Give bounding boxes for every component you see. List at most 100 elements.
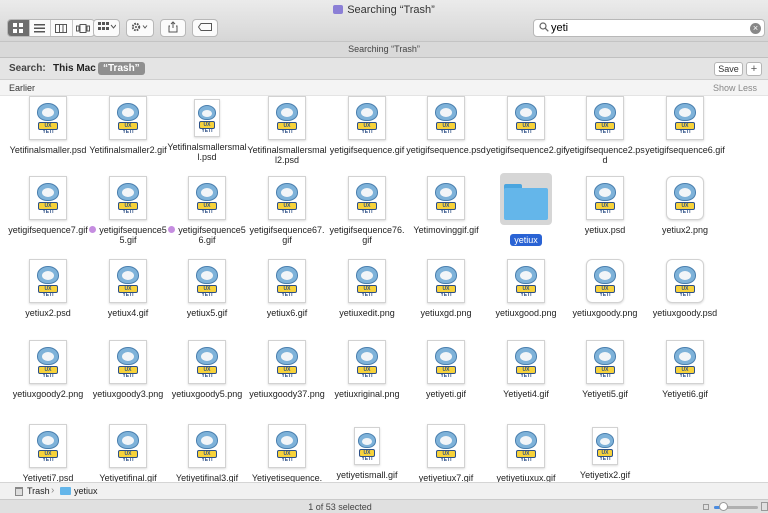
yeti-badge: UX YETI	[436, 285, 456, 298]
icon-view-icon[interactable]	[8, 20, 30, 36]
icon-size-slider-knob[interactable]	[719, 502, 728, 511]
file-item[interactable]: UX YETI yetiyetiuxux.gif	[486, 424, 566, 482]
file-item[interactable]: UX YETI yetiux2.png	[645, 176, 725, 235]
file-label-wrap: yetiuxgoody37.png	[247, 389, 327, 399]
file-item[interactable]: UX YETI yetiuxriginal.png	[327, 340, 407, 399]
yeti-badge: UX YETI	[516, 366, 536, 379]
scope-trash-button[interactable]: “Trash”	[98, 62, 145, 75]
file-item[interactable]: UX YETI Yetiyeti7.psd	[8, 424, 88, 482]
file-item[interactable]: UX YETI Yetimovinggif.gif	[406, 176, 486, 235]
file-item[interactable]: UX YETI yetigifsequence2.gif	[486, 96, 566, 155]
file-item[interactable]: UX YETI yetiyetiux7.gif	[406, 424, 486, 482]
yeti-face	[201, 436, 213, 445]
file-item[interactable]: UX YETI Yetiyeti6.gif	[645, 340, 725, 399]
file-item[interactable]: UX YETI yetiuxgoody37.png	[247, 340, 327, 399]
file-item[interactable]: UX YETI Yetifinalsmallersmall.psd	[167, 96, 247, 162]
file-label: Yetimovinggif.gif	[413, 225, 479, 235]
file-label: yetiyetiuxux.gif	[496, 473, 556, 482]
yeti-badge: UX YETI	[595, 366, 615, 379]
file-item[interactable]: UX YETI yetigifsequence55.gif	[88, 176, 168, 245]
file-item[interactable]: UX YETI yetiuxgoody2.png	[8, 340, 88, 399]
file-item[interactable]: UX YETI yetigifsequence56.gif	[167, 176, 247, 245]
file-item[interactable]: UX YETI yetiux6.gif	[247, 259, 327, 318]
file-label-wrap: Yetiyeti7.psd	[8, 473, 88, 482]
save-search-button[interactable]: Save	[714, 62, 743, 76]
yeti-badge: UX YETI	[516, 122, 536, 135]
file-item[interactable]: UX YETI yetiyeti.gif	[406, 340, 486, 399]
yeti-thumbnail-icon: UX YETI	[348, 96, 386, 140]
arrange-button[interactable]	[93, 19, 120, 37]
file-label-wrap: Yetimovinggif.gif	[406, 225, 486, 235]
small-icon-size-icon	[703, 504, 709, 510]
file-item[interactable]: UX YETI yetiux5.gif	[167, 259, 247, 318]
yeti-badge: UX YETI	[436, 122, 456, 135]
file-label-wrap: yetiuxgoody2.png	[8, 389, 88, 399]
path-item-trash[interactable]: Trash	[27, 486, 50, 496]
add-criteria-button[interactable]: +	[746, 62, 762, 76]
scope-this-mac-button[interactable]: This Mac	[53, 63, 96, 74]
yeti-thumbnail-icon: UX YETI	[427, 340, 465, 384]
yeti-badge: UX YETI	[38, 202, 58, 215]
file-item[interactable]: UX YETI yetiux.psd	[565, 176, 645, 235]
list-view-icon[interactable]	[30, 20, 51, 36]
file-label: yetiyeti.gif	[425, 389, 467, 399]
trash-icon	[15, 487, 23, 496]
file-item[interactable]: UX YETI yetiux4.gif	[88, 259, 168, 318]
file-item[interactable]: UX YETI yetiuxgoody.png	[565, 259, 645, 318]
file-item[interactable]: yetiux	[486, 173, 566, 246]
yeti-face	[42, 352, 54, 361]
file-label: yetigifsequence2.psd	[565, 145, 645, 165]
yeti-thumbnail-icon: UX YETI	[348, 259, 386, 303]
tag-button[interactable]	[192, 19, 218, 37]
search-field[interactable]: ×	[533, 19, 765, 37]
path-item-folder[interactable]: yetiux	[74, 486, 98, 496]
file-item[interactable]: UX YETI Yetiyetifinal.gif	[88, 424, 168, 482]
file-item[interactable]: UX YETI yetigifsequence.gif	[327, 96, 407, 155]
file-item[interactable]: UX YETI yetigifsequence6.gif	[645, 96, 725, 155]
file-item[interactable]: UX YETI Yetifinalsmaller2.gif	[88, 96, 168, 155]
file-item[interactable]: UX YETI yetiuxgood.png	[486, 259, 566, 318]
action-button[interactable]	[126, 19, 154, 37]
file-label-wrap: yetigifsequence6.gif	[645, 145, 725, 155]
file-item[interactable]: UX YETI yetiux2.psd	[8, 259, 88, 318]
yeti-thumbnail-icon: UX YETI	[348, 176, 386, 220]
yeti-badge: UX YETI	[595, 285, 615, 298]
file-item[interactable]: UX YETI Yetiyeti5.gif	[565, 340, 645, 399]
search-input[interactable]	[551, 21, 746, 35]
yeti-face	[361, 108, 373, 117]
file-item[interactable]: UX YETI Yetiyetisequence.	[247, 424, 327, 482]
file-item[interactable]: UX YETI Yetiyetifinal3.gif	[167, 424, 247, 482]
show-less-button[interactable]: Show Less	[713, 83, 757, 93]
file-item[interactable]: UX YETI yetiuxedit.png	[327, 259, 407, 318]
file-item[interactable]: UX YETI Yetifinalsmallersmall2.psd	[247, 96, 327, 165]
file-item[interactable]: UX YETI yetigifsequence.psd	[406, 96, 486, 155]
file-item[interactable]: UX YETI Yetifinalsmaller.psd	[8, 96, 88, 155]
share-button[interactable]	[160, 19, 186, 37]
yeti-face	[42, 436, 54, 445]
file-item[interactable]: UX YETI yetigifsequence76.gif	[327, 176, 407, 245]
file-label: yetiuxriginal.png	[334, 389, 400, 399]
file-item[interactable]: UX YETI Yetiyetix2.gif	[565, 424, 645, 480]
file-item[interactable]: UX YETI yetiuxgoody3.png	[88, 340, 168, 399]
cover-flow-icon[interactable]	[73, 20, 94, 36]
file-item[interactable]: UX YETI yetigifsequence7.gif	[8, 176, 88, 235]
file-label-wrap: yetigifsequence76.gif	[327, 225, 407, 245]
file-label-wrap: Yetiyetifinal3.gif	[167, 473, 247, 482]
file-item[interactable]: UX YETI yetiuxgoody.psd	[645, 259, 725, 318]
file-item[interactable]: UX YETI yetigifsequence67.gif	[247, 176, 327, 245]
yeti-thumbnail-icon: UX YETI	[586, 176, 624, 220]
yeti-face	[440, 108, 452, 117]
file-label-wrap: yetiux.psd	[565, 225, 645, 235]
file-item[interactable]: UX YETI yetiyetismall.gif	[327, 424, 407, 480]
file-item[interactable]: UX YETI yetiuxgoody5.png	[167, 340, 247, 399]
file-item[interactable]: UX YETI yetiuxgd.png	[406, 259, 486, 318]
column-view-icon[interactable]	[51, 20, 73, 36]
yeti-thumbnail-icon: UX YETI	[592, 427, 618, 465]
yeti-thumbnail-icon: UX YETI	[29, 96, 67, 140]
file-item[interactable]: UX YETI yetigifsequence2.psd	[565, 96, 645, 165]
clear-search-icon[interactable]: ×	[750, 23, 761, 34]
yeti-badge: UX YETI	[436, 202, 456, 215]
status-text: 1 of 53 selected	[308, 502, 372, 512]
file-item[interactable]: UX YETI Yetiyeti4.gif	[486, 340, 566, 399]
yeti-face	[202, 110, 212, 117]
